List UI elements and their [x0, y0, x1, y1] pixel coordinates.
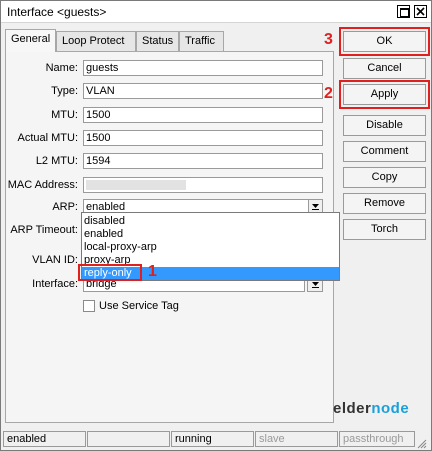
vlan-id-label: VLAN ID:	[32, 254, 78, 266]
actual-mtu-field: 1500	[83, 130, 323, 146]
mtu-input[interactable]: 1500	[83, 107, 323, 123]
annotation-number-1: 1	[148, 263, 157, 280]
type-field: VLAN	[83, 83, 323, 99]
status-running: running	[171, 431, 254, 447]
copy-button[interactable]: Copy	[343, 167, 426, 188]
resize-grip-icon[interactable]	[417, 439, 427, 449]
status-bar: enabled running slave passthrough	[3, 431, 429, 447]
arp-label: ARP:	[52, 201, 78, 213]
interface-label: Interface:	[32, 278, 78, 290]
title-bar[interactable]: Interface <guests>	[1, 1, 431, 23]
status-slave: slave	[255, 431, 338, 447]
tab-status[interactable]: Status	[136, 31, 179, 51]
mac-address-label: MAC Address:	[7, 179, 78, 191]
tab-loop-protect[interactable]: Loop Protect	[56, 31, 136, 51]
close-icon[interactable]	[414, 5, 427, 18]
use-service-tag-checkbox[interactable]	[83, 300, 95, 312]
watermark-text-dark: elder	[333, 400, 372, 417]
mac-address-redacted	[86, 180, 186, 190]
annotation-box-1	[78, 264, 142, 281]
use-service-tag-label: Use Service Tag	[99, 300, 179, 312]
name-input[interactable]: guests	[83, 60, 323, 76]
l2-mtu-field: 1594	[83, 153, 323, 169]
disable-button[interactable]: Disable	[343, 115, 426, 136]
annotation-number-3: 3	[324, 31, 333, 48]
arp-timeout-label: ARP Timeout:	[10, 224, 78, 236]
window-title: Interface <guests>	[7, 5, 107, 19]
tab-traffic[interactable]: Traffic	[179, 31, 224, 51]
maximize-icon[interactable]	[397, 5, 410, 18]
arp-option-local-proxy-arp[interactable]: local-proxy-arp	[82, 241, 339, 254]
mac-address-field	[83, 177, 323, 193]
name-label: Name:	[45, 62, 78, 74]
annotation-box-3	[339, 27, 430, 56]
mtu-label: MTU:	[51, 109, 78, 121]
remove-button[interactable]: Remove	[343, 193, 426, 214]
type-label: Type:	[51, 85, 78, 97]
status-empty	[87, 431, 170, 447]
torch-button[interactable]: Torch	[343, 219, 426, 240]
actual-mtu-label: Actual MTU:	[17, 132, 78, 144]
watermark-logo: eldernode	[333, 400, 409, 417]
l2-mtu-label: L2 MTU:	[35, 155, 78, 167]
annotation-box-2	[339, 80, 430, 109]
comment-button[interactable]: Comment	[343, 141, 426, 162]
annotation-number-2: 2	[324, 85, 333, 102]
tab-general[interactable]: General	[5, 29, 56, 52]
arp-option-disabled[interactable]: disabled	[82, 215, 339, 228]
status-enabled: enabled	[3, 431, 86, 447]
cancel-button[interactable]: Cancel	[343, 58, 426, 79]
interface-window: Interface <guests> General Loop Protect …	[0, 0, 432, 451]
watermark-text-accent: node	[371, 400, 410, 417]
status-passthrough: passthrough	[339, 431, 415, 447]
arp-option-enabled[interactable]: enabled	[82, 228, 339, 241]
